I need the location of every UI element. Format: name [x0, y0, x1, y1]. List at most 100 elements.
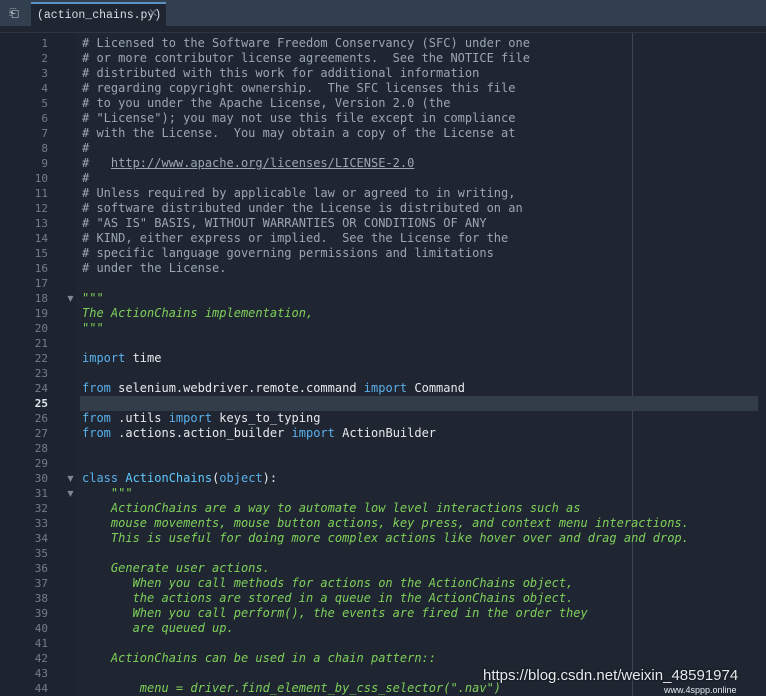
code-token: #: [82, 141, 90, 155]
code-line[interactable]: 39 When you call perform(), the events a…: [0, 606, 766, 621]
fold-arrow-icon[interactable]: ▼: [66, 486, 75, 501]
code-token: # "License"); you may not use this file …: [82, 111, 516, 125]
code-line[interactable]: 7 # with the License. You may obtain a co…: [0, 126, 766, 141]
code-text: # specific language governing permission…: [82, 246, 494, 261]
code-line[interactable]: 9 # http://www.apache.org/licenses/LICENS…: [0, 156, 766, 171]
file-tab[interactable]: (action_chains.py) ✕: [31, 2, 166, 26]
code-line[interactable]: 33 mouse movements, mouse button actions…: [0, 516, 766, 531]
code-line[interactable]: 27 from .actions.action_builder import Ac…: [0, 426, 766, 441]
code-line[interactable]: 15 # specific language governing permissi…: [0, 246, 766, 261]
line-number: 2: [41, 52, 48, 65]
code-line[interactable]: 41: [0, 636, 766, 651]
code-token: # distributed with this work for additio…: [82, 66, 480, 80]
line-number: 39: [34, 607, 48, 620]
code-token: object: [219, 471, 263, 485]
line-number: 23: [34, 367, 48, 380]
line-number: 20: [34, 322, 48, 335]
code-line[interactable]: 32 ActionChains are a way to automate lo…: [0, 501, 766, 516]
code-text: Generate user actions.: [82, 561, 270, 576]
code-line[interactable]: 20 """: [0, 321, 766, 336]
code-text: This is useful for doing more complex ac…: [82, 531, 689, 546]
code-token: selenium.webdriver.remote.command: [110, 381, 364, 395]
line-number: 25: [34, 397, 48, 410]
code-token: class: [82, 471, 119, 485]
code-line[interactable]: 36 Generate user actions.: [0, 561, 766, 576]
code-line[interactable]: 29: [0, 456, 766, 471]
code-text: # software distributed under the License…: [82, 201, 523, 216]
code-text: from selenium.webdriver.remote.command i…: [82, 381, 465, 396]
code-token: # Licensed to the Software Freedom Conse…: [82, 36, 530, 50]
line-number: 24: [34, 382, 48, 395]
code-token: import: [82, 351, 126, 365]
code-text: # Unless required by applicable law or a…: [82, 186, 515, 201]
code-line[interactable]: 1 # Licensed to the Software Freedom Cons…: [0, 36, 766, 51]
tab-title: (action_chains.py): [37, 8, 162, 22]
code-line[interactable]: 18 ▼ """: [0, 291, 766, 306]
code-line[interactable]: 2 # or more contributor license agreement…: [0, 51, 766, 66]
code-token: #: [82, 156, 111, 170]
code-line[interactable]: 35: [0, 546, 766, 561]
code-line[interactable]: 16 # under the License.: [0, 261, 766, 276]
code-text: When you call perform(), the events are …: [82, 606, 588, 621]
close-icon[interactable]: ✕: [148, 6, 158, 20]
line-number: 3: [41, 67, 48, 80]
code-text: # to you under the Apache License, Versi…: [82, 96, 450, 111]
code-text: #: [82, 171, 89, 186]
code-line[interactable]: 31 ▼ """: [0, 486, 766, 501]
code-text: menu = driver.find_element_by_css_select…: [82, 681, 501, 696]
code-line[interactable]: 21: [0, 336, 766, 351]
code-token: # under the License.: [82, 261, 227, 275]
code-text: mouse movements, mouse button actions, k…: [82, 516, 689, 531]
code-line[interactable]: 42 ActionChains can be used in a chain p…: [0, 651, 766, 666]
fold-arrow-icon[interactable]: ▼: [66, 291, 75, 306]
line-number: 18: [34, 292, 48, 305]
code-line[interactable]: 38 the actions are stored in a queue in …: [0, 591, 766, 606]
line-number: 21: [34, 337, 48, 350]
code-line[interactable]: 25: [0, 396, 766, 411]
panel-toggle-icon[interactable]: ⎗: [0, 0, 28, 26]
code-text: # under the License.: [82, 261, 227, 276]
code-line[interactable]: 34 This is useful for doing more complex…: [0, 531, 766, 546]
line-number: 43: [34, 667, 48, 680]
code-line[interactable]: 28: [0, 441, 766, 456]
line-number: 16: [34, 262, 48, 275]
line-number: 11: [34, 187, 48, 200]
line-number: 13: [34, 217, 48, 230]
watermark: https://blog.csdn.net/weixin_48591974: [483, 667, 739, 684]
code-line[interactable]: 26 from .utils import keys_to_typing: [0, 411, 766, 426]
code-lines[interactable]: 1 # Licensed to the Software Freedom Cons…: [0, 36, 766, 696]
line-number: 29: [34, 457, 48, 470]
code-line[interactable]: 30 ▼ class ActionChains(object):: [0, 471, 766, 486]
code-line[interactable]: 12 # software distributed under the Licen…: [0, 201, 766, 216]
code-token: # "AS IS" BASIS, WITHOUT WARRANTIES OR C…: [82, 216, 487, 230]
code-line[interactable]: 37 When you call methods for actions on …: [0, 576, 766, 591]
code-token: The ActionChains implementation,: [82, 306, 314, 320]
code-line[interactable]: 14 # KIND, either express or implied. See…: [0, 231, 766, 246]
code-text: """: [82, 486, 133, 501]
code-line[interactable]: 23: [0, 366, 766, 381]
code-line[interactable]: 10 #: [0, 171, 766, 186]
code-line[interactable]: 13 # "AS IS" BASIS, WITHOUT WARRANTIES OR…: [0, 216, 766, 231]
line-number: 15: [34, 247, 48, 260]
code-token: import: [291, 426, 335, 440]
line-number: 5: [41, 97, 48, 110]
code-line[interactable]: 40 are queued up.: [0, 621, 766, 636]
tab-bar: ⎗ (action_chains.py) ✕: [0, 0, 766, 26]
code-token: import: [168, 411, 213, 425]
line-number: 36: [34, 562, 48, 575]
code-token: are queued up.: [82, 621, 234, 635]
code-line[interactable]: 17: [0, 276, 766, 291]
code-line[interactable]: 6 # "License"); you may not use this file…: [0, 111, 766, 126]
code-text: ActionChains are a way to automate low l…: [82, 501, 581, 516]
code-token: """: [82, 291, 104, 305]
code-line[interactable]: 19 The ActionChains implementation,: [0, 306, 766, 321]
code-line[interactable]: 3 # distributed with this work for additi…: [0, 66, 766, 81]
fold-arrow-icon[interactable]: ▼: [66, 471, 75, 486]
code-line[interactable]: 4 # regarding copyright ownership. The SF…: [0, 81, 766, 96]
code-line[interactable]: 22 import time: [0, 351, 766, 366]
code-line[interactable]: 8 #: [0, 141, 766, 156]
code-token: """: [82, 486, 133, 500]
code-line[interactable]: 24 from selenium.webdriver.remote.command…: [0, 381, 766, 396]
code-line[interactable]: 5 # to you under the Apache License, Vers…: [0, 96, 766, 111]
code-line[interactable]: 11 # Unless required by applicable law or…: [0, 186, 766, 201]
